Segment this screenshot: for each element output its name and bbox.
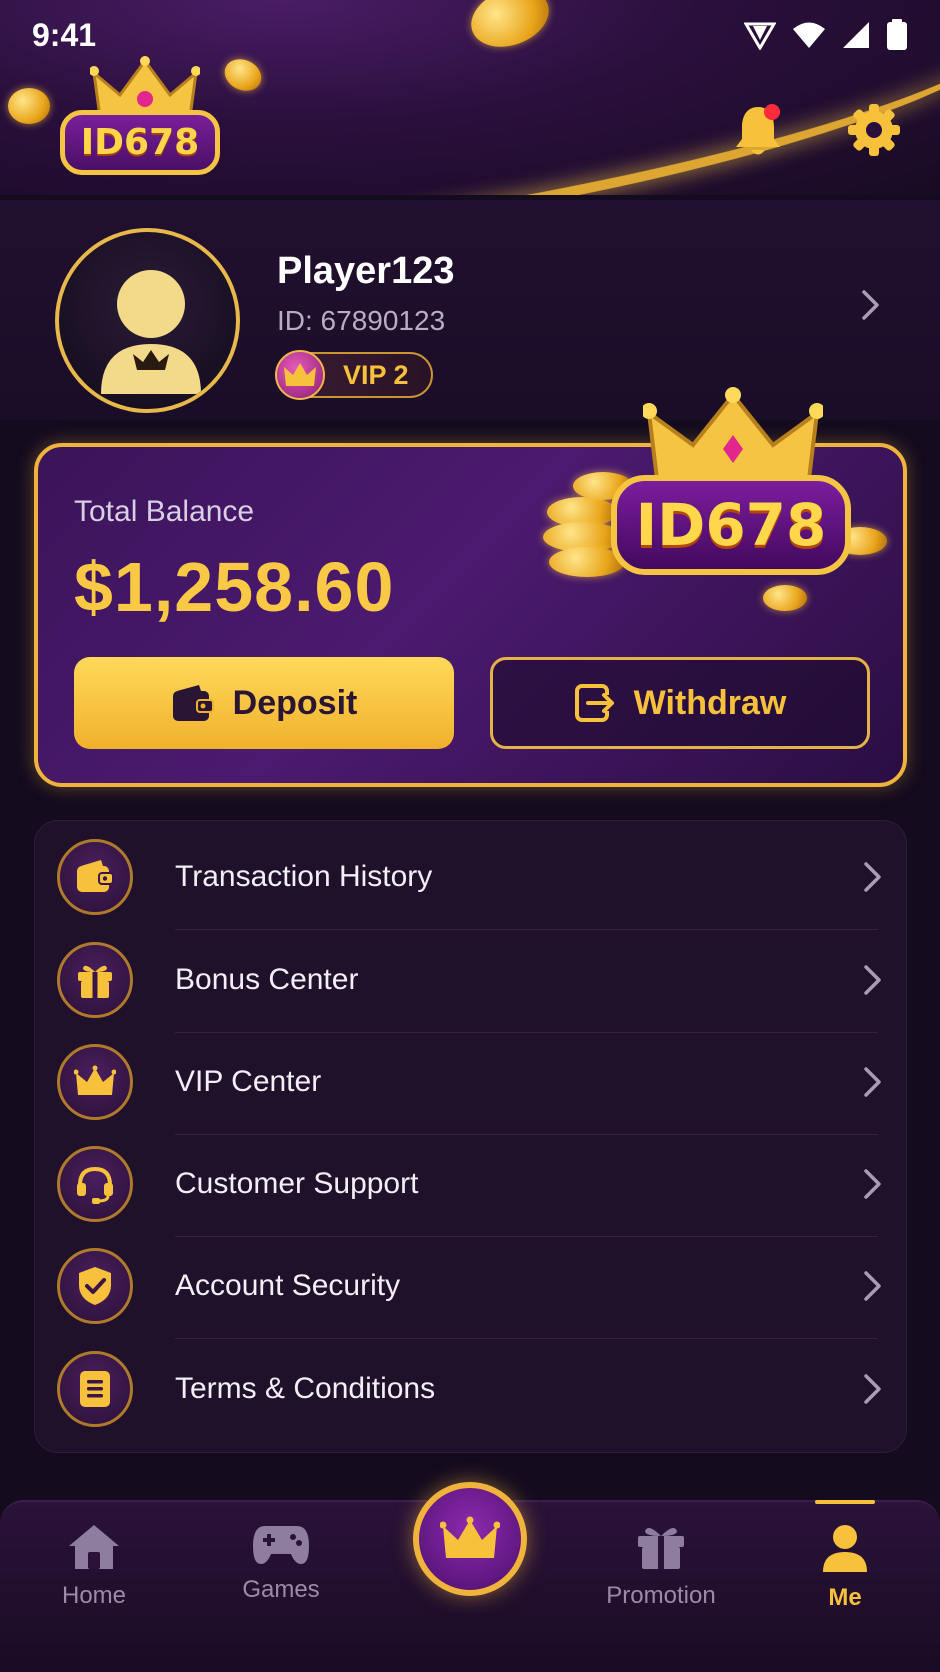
menu-item-account-security[interactable]: Account Security xyxy=(35,1234,908,1337)
user-avatar-icon xyxy=(101,270,201,394)
menu-item-bonus-center[interactable]: Bonus Center xyxy=(35,928,908,1031)
profile-chevron-right-icon[interactable] xyxy=(860,288,882,322)
shield-icon xyxy=(57,1247,133,1324)
balance-card: Total Balance $1,258.60 ID678 Deposit Wi… xyxy=(34,387,907,787)
menu-item-customer-support[interactable]: Customer Support xyxy=(35,1132,908,1235)
chevron-right-icon xyxy=(864,861,881,892)
headset-icon xyxy=(57,1145,133,1222)
gift-icon xyxy=(638,1527,684,1569)
chevron-right-icon xyxy=(864,1168,881,1199)
nav-me-label: Me xyxy=(828,1584,862,1611)
menu-label: VIP Center xyxy=(175,1064,322,1098)
notification-dot xyxy=(764,104,780,120)
player-id: ID: 67890123 xyxy=(277,305,446,336)
nav-home-label: Home xyxy=(61,1582,127,1609)
menu-label: Transaction History xyxy=(175,859,433,893)
withdraw-label: Withdraw xyxy=(633,683,787,722)
vip-badge[interactable]: VIP 2 xyxy=(275,350,433,400)
vpn-icon xyxy=(744,22,776,50)
battery-icon xyxy=(887,19,907,50)
logo-badge: ID678 xyxy=(60,110,220,175)
vip-crown-icon xyxy=(275,350,325,400)
wifi-icon xyxy=(793,22,825,48)
nav-center-crown-button[interactable] xyxy=(413,1482,527,1596)
active-tab-indicator xyxy=(815,1500,875,1504)
nav-home[interactable]: Home xyxy=(29,1522,159,1632)
deposit-label: Deposit xyxy=(232,683,358,722)
document-icon xyxy=(57,1350,133,1427)
coin-stack xyxy=(763,585,807,611)
nav-games[interactable]: Games xyxy=(216,1522,346,1632)
status-time: 9:41 xyxy=(32,16,97,53)
menu-label: Bonus Center xyxy=(175,962,359,996)
balance-label: Total Balance xyxy=(74,495,255,528)
user-icon xyxy=(823,1525,867,1572)
nav-me[interactable]: Me xyxy=(780,1522,910,1632)
nav-promotion[interactable]: Promotion xyxy=(596,1522,726,1632)
bottom-nav: Home Games Promotion Me xyxy=(0,1482,940,1672)
menu-label: Terms & Conditions xyxy=(175,1371,436,1405)
avatar[interactable] xyxy=(55,228,240,413)
nav-promotion-label: Promotion xyxy=(606,1582,716,1609)
chevron-right-icon xyxy=(864,964,881,995)
menu-item-terms-conditions[interactable]: Terms & Conditions xyxy=(35,1337,908,1440)
gamepad-icon xyxy=(253,1526,309,1564)
gear-icon xyxy=(848,104,900,156)
app-header: 9:41 ID678 xyxy=(0,0,940,195)
status-icons xyxy=(744,19,908,51)
menu-list: Transaction History Bonus Center VIP Cen… xyxy=(34,820,907,1453)
wallet-icon xyxy=(172,685,214,721)
wallet-icon xyxy=(57,838,133,915)
home-icon xyxy=(69,1525,119,1569)
settings-button[interactable] xyxy=(844,100,904,160)
menu-item-vip-center[interactable]: VIP Center xyxy=(35,1030,908,1133)
nav-games-label: Games xyxy=(242,1576,320,1603)
balance-logo-emblem: ID678 xyxy=(533,377,893,627)
chevron-right-icon xyxy=(864,1373,881,1404)
gift-icon xyxy=(57,941,133,1018)
vip-level: VIP 2 xyxy=(343,359,409,390)
withdraw-icon xyxy=(574,684,614,722)
balance-amount: $1,258.60 xyxy=(74,548,395,626)
signal-icon xyxy=(843,22,869,48)
menu-label: Customer Support xyxy=(175,1166,419,1200)
player-name: Player123 xyxy=(277,250,455,292)
balance-logo-badge: ID678 xyxy=(611,475,851,575)
menu-item-transaction-history[interactable]: Transaction History xyxy=(35,825,908,928)
menu-label: Account Security xyxy=(175,1268,401,1302)
chevron-right-icon xyxy=(864,1066,881,1097)
chevron-right-icon xyxy=(864,1270,881,1301)
crown-icon xyxy=(57,1043,133,1120)
app-logo[interactable]: ID678 xyxy=(40,55,240,180)
deposit-button[interactable]: Deposit xyxy=(74,657,454,749)
notifications-button[interactable] xyxy=(728,100,788,160)
withdraw-button[interactable]: Withdraw xyxy=(490,657,870,749)
crown-icon xyxy=(643,387,823,481)
crown-icon xyxy=(440,1516,500,1558)
